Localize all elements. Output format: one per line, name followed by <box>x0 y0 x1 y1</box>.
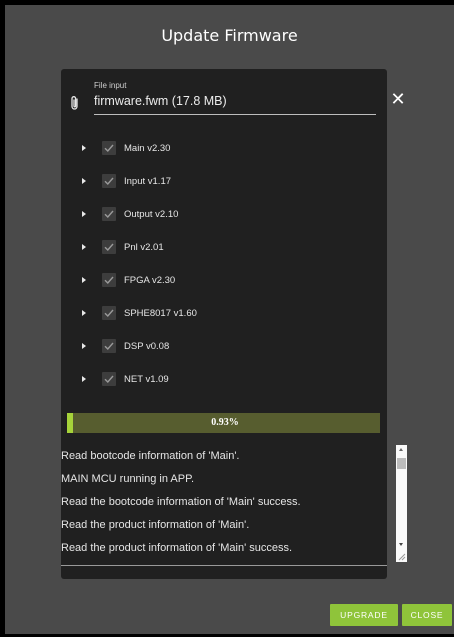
tree-item-pnl[interactable]: Pnl v2.01 <box>61 236 261 258</box>
scroll-thumb[interactable] <box>397 458 406 469</box>
tree-item-input[interactable]: Input v1.17 <box>61 170 261 192</box>
module-label: FPGA v2.30 <box>124 274 176 286</box>
module-checkbox[interactable] <box>102 306 116 320</box>
close-icon[interactable]: ✕ <box>389 91 407 109</box>
module-checkbox[interactable] <box>102 372 116 386</box>
module-label: SPHE8017 v1.60 <box>124 307 197 319</box>
log-line: Read bootcode information of 'Main'. <box>61 450 240 462</box>
tree-item-sphe8017[interactable]: SPHE8017 v1.60 <box>61 302 261 324</box>
caret-right-icon[interactable] <box>82 211 86 217</box>
caret-right-icon[interactable] <box>82 343 86 349</box>
tree-item-fpga[interactable]: FPGA v2.30 <box>61 269 261 291</box>
progress-percent: 0.93% <box>211 417 239 428</box>
paperclip-icon[interactable] <box>69 95 81 111</box>
firmware-panel: File input firmware.fwm (17.8 MB) ✕ Main… <box>61 69 407 579</box>
log-line: Read the product information of 'Main' s… <box>61 542 293 554</box>
module-label: Main v2.30 <box>124 142 171 154</box>
module-checkbox[interactable] <box>102 339 116 353</box>
log-line: Read the product information of 'Main'. <box>61 519 250 531</box>
caret-right-icon[interactable] <box>82 244 86 250</box>
log-line: MAIN MCU running in APP. <box>61 473 195 485</box>
module-label: Input v1.17 <box>124 175 172 187</box>
upgrade-log[interactable]: Read bootcode information of 'Main'. MAI… <box>61 441 387 566</box>
module-checkbox[interactable] <box>102 174 116 188</box>
module-label: DSP v0.08 <box>124 340 170 352</box>
module-checkbox[interactable] <box>102 273 116 287</box>
module-checkbox[interactable] <box>102 240 116 254</box>
module-label: Output v2.10 <box>124 208 179 220</box>
caret-right-icon[interactable] <box>82 145 86 151</box>
caret-right-icon[interactable] <box>82 178 86 184</box>
resize-grip-icon[interactable] <box>397 552 406 561</box>
tree-item-net[interactable]: NET v1.09 <box>61 368 261 390</box>
caret-right-icon[interactable] <box>82 277 86 283</box>
caret-right-icon[interactable] <box>82 310 86 316</box>
log-line: Read the bootcode information of 'Main' … <box>61 496 301 508</box>
module-label: Pnl v2.01 <box>124 241 164 253</box>
file-input-label: File input <box>94 81 127 90</box>
upgrade-progress-bar: 0.93% <box>67 413 380 433</box>
tree-item-main[interactable]: Main v2.30 <box>61 137 261 159</box>
upgrade-button[interactable]: UPGRADE <box>330 604 398 626</box>
file-input-underline <box>94 114 376 115</box>
module-checkbox[interactable] <box>102 207 116 221</box>
update-firmware-dialog: Update Firmware File input firmware.fwm … <box>5 5 454 634</box>
module-label: NET v1.09 <box>124 373 169 385</box>
scroll-down-icon[interactable] <box>399 543 403 546</box>
tree-item-dsp[interactable]: DSP v0.08 <box>61 335 261 357</box>
file-input-value[interactable]: firmware.fwm (17.8 MB) <box>94 94 227 108</box>
scroll-up-icon[interactable] <box>399 448 403 451</box>
log-scrollbar[interactable] <box>396 445 407 562</box>
tree-item-output[interactable]: Output v2.10 <box>61 203 261 225</box>
module-checkbox[interactable] <box>102 141 116 155</box>
dialog-title: Update Firmware <box>161 26 298 45</box>
close-button[interactable]: CLOSE <box>402 604 452 626</box>
caret-right-icon[interactable] <box>82 376 86 382</box>
